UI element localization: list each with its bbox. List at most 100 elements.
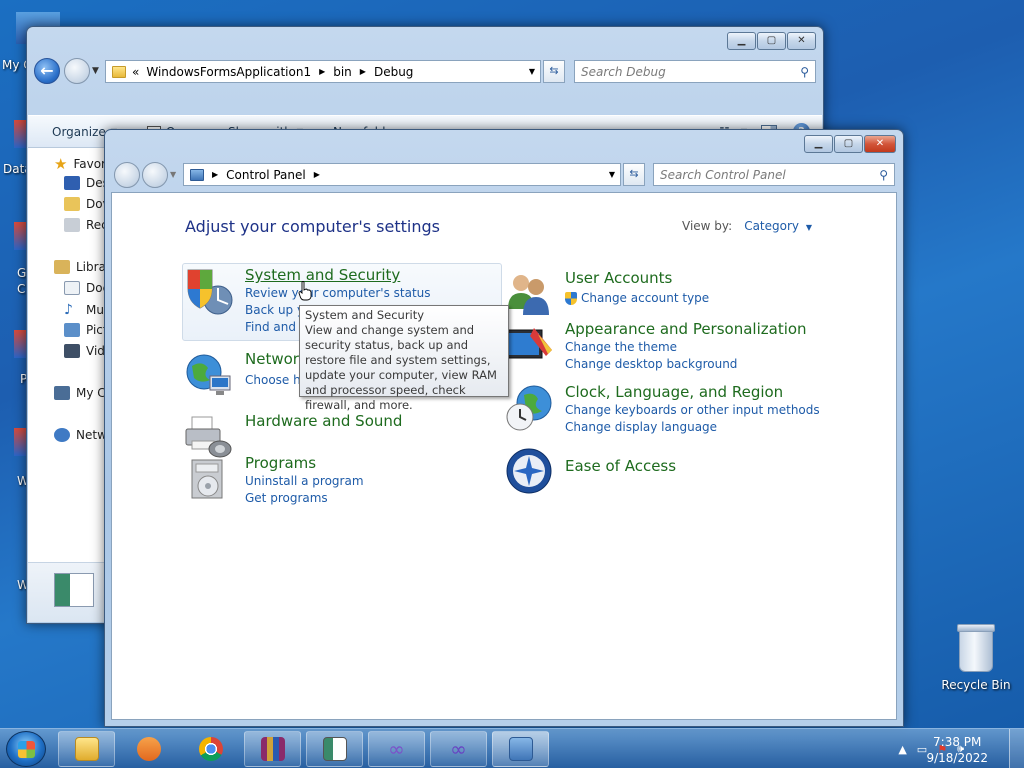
close-button[interactable]: ✕ — [864, 135, 896, 153]
category-title[interactable]: Programs — [245, 454, 316, 472]
nav-recent[interactable]: Rec — [64, 218, 105, 232]
breadcrumb-item[interactable]: Debug — [374, 65, 413, 79]
nav-favorites[interactable]: ★ Favor — [54, 155, 105, 173]
explorer-search-box[interactable]: Search Debug ⚲ — [574, 60, 816, 83]
network-globe-icon — [186, 354, 231, 395]
address-dropdown-icon[interactable]: ▼ — [609, 170, 615, 179]
nav-pictures[interactable]: Pict — [64, 323, 105, 337]
network-icon — [54, 428, 70, 442]
control-panel-search-box[interactable]: Search Control Panel ⚲ — [653, 163, 895, 186]
breadcrumb-separator-icon[interactable]: ▶ — [360, 67, 366, 76]
taskbar-control-panel[interactable] — [492, 731, 549, 767]
control-panel-icon — [508, 737, 533, 761]
recent-places-icon — [64, 218, 80, 232]
taskbar-winrar[interactable] — [244, 731, 301, 767]
nav-videos[interactable]: Vide — [64, 344, 105, 358]
breadcrumb-separator-icon[interactable]: ▶ — [212, 170, 218, 179]
view-by-dropdown[interactable]: Category ▼ — [744, 219, 812, 233]
start-button[interactable] — [6, 731, 46, 767]
category-title[interactable]: Appearance and Personalization — [565, 320, 807, 338]
nav-network[interactable]: Netw — [54, 428, 105, 442]
address-overflow[interactable]: « — [132, 65, 139, 79]
back-button[interactable] — [114, 162, 140, 188]
category-link[interactable]: Change display language — [565, 420, 717, 434]
category-user-accounts[interactable]: User Accounts Change account type — [504, 269, 824, 315]
nav-label: Des — [86, 176, 105, 190]
nav-documents[interactable]: Doc — [64, 281, 105, 295]
refresh-button[interactable]: ⇆ — [543, 60, 565, 83]
category-appearance-and-personalization[interactable]: Appearance and Personalization Change th… — [504, 320, 824, 376]
category-programs[interactable]: Programs Uninstall a program Get program… — [184, 454, 504, 510]
breadcrumb-separator-icon[interactable]: ▶ — [319, 67, 325, 76]
category-title[interactable]: User Accounts — [565, 269, 672, 287]
category-link[interactable]: Get programs — [245, 491, 328, 505]
taskbar-visual-studio[interactable]: ∞ — [368, 731, 425, 767]
window-icon — [322, 737, 347, 761]
category-title[interactable]: Networ — [245, 350, 299, 368]
category-title[interactable]: Clock, Language, and Region — [565, 383, 783, 401]
breadcrumb-separator-icon[interactable]: ▶ — [314, 170, 320, 179]
control-panel-address-bar[interactable]: ▶ Control Panel ▶ ▼ — [183, 163, 621, 186]
recent-pages-chevron-icon[interactable]: ▼ — [92, 66, 99, 76]
forward-button[interactable] — [64, 58, 90, 84]
nav-label: My C — [76, 386, 106, 400]
windows-logo-icon — [18, 741, 35, 758]
show-hidden-icons-icon[interactable]: ▲ — [898, 743, 906, 756]
category-clock-language-region[interactable]: Clock, Language, and Region Change keybo… — [504, 383, 824, 439]
maximize-button[interactable]: ▢ — [834, 135, 863, 153]
category-link[interactable]: Review your computer's status — [245, 286, 431, 300]
category-title[interactable]: Hardware and Sound — [245, 412, 402, 430]
nav-computer[interactable]: My C — [54, 386, 106, 400]
media-player-icon — [136, 737, 161, 761]
category-title[interactable]: Ease of Access — [565, 457, 676, 475]
show-desktop-button[interactable] — [1009, 729, 1024, 768]
nav-downloads[interactable]: Dov — [64, 197, 105, 211]
category-link-label: Change account type — [581, 291, 710, 305]
category-hardware-and-sound[interactable]: Hardware and Sound — [184, 411, 504, 458]
category-title[interactable]: System and Security — [245, 266, 400, 284]
recycle-bin-label: Recycle Bin — [941, 678, 1011, 692]
breadcrumb-item[interactable]: WindowsFormsApplication1 — [146, 65, 311, 79]
category-link[interactable]: Change the theme — [565, 340, 677, 354]
back-button[interactable]: ← — [34, 58, 60, 84]
clock-date: 9/18/2022 — [926, 751, 988, 765]
minimize-button[interactable]: ▁ — [727, 32, 756, 50]
category-tooltip: System and Security View and change syst… — [299, 305, 509, 412]
chrome-icon — [198, 737, 223, 761]
address-dropdown-icon[interactable]: ▼ — [529, 67, 535, 76]
breadcrumb-item[interactable]: Control Panel — [226, 168, 306, 182]
category-link[interactable]: Change account type — [565, 291, 709, 305]
taskbar-media-player[interactable] — [120, 731, 177, 767]
explorer-address-bar[interactable]: « WindowsFormsApplication1 ▶ bin ▶ Debug… — [105, 60, 541, 83]
category-link[interactable]: Change keyboards or other input methods — [565, 403, 820, 417]
taskbar-app-window[interactable] — [306, 731, 363, 767]
desktop-icon-label[interactable]: C — [17, 282, 25, 296]
nav-music[interactable]: ♪ Mus — [64, 302, 105, 318]
category-link[interactable]: Uninstall a program — [245, 474, 364, 488]
forward-button[interactable] — [142, 162, 168, 188]
nav-desktop[interactable]: Des — [64, 176, 105, 190]
recent-pages-chevron-icon[interactable]: ▼ — [170, 170, 176, 179]
close-button[interactable]: ✕ — [787, 32, 816, 50]
search-placeholder: Search Control Panel — [660, 167, 786, 182]
page-title: Adjust your computer's settings — [185, 217, 440, 236]
category-link[interactable]: Find and f — [245, 320, 304, 334]
desktop-icon — [64, 176, 80, 190]
ease-of-access-icon — [506, 448, 552, 494]
refresh-button[interactable]: ⇆ — [623, 163, 645, 186]
maximize-button[interactable]: ▢ — [757, 32, 786, 50]
taskbar-clock[interactable]: 7:38 PM 9/18/2022 — [926, 734, 988, 766]
breadcrumb-item[interactable]: bin — [333, 65, 352, 79]
taskbar-explorer[interactable] — [58, 731, 115, 767]
taskbar-chrome[interactable] — [182, 731, 239, 767]
view-by-label: View by: — [682, 219, 733, 233]
minimize-button[interactable]: ▁ — [804, 135, 833, 153]
category-link[interactable]: Change desktop background — [565, 357, 737, 371]
control-panel-icon — [190, 168, 204, 181]
taskbar-visual-studio-2[interactable]: ∞ — [430, 731, 487, 767]
desktop-icon-label[interactable]: G — [17, 266, 26, 280]
chevron-down-icon: ▼ — [805, 223, 812, 232]
recycle-bin[interactable]: Recycle Bin — [938, 624, 1014, 692]
category-ease-of-access[interactable]: Ease of Access — [504, 446, 824, 496]
nav-libraries[interactable]: Librar — [54, 260, 105, 274]
